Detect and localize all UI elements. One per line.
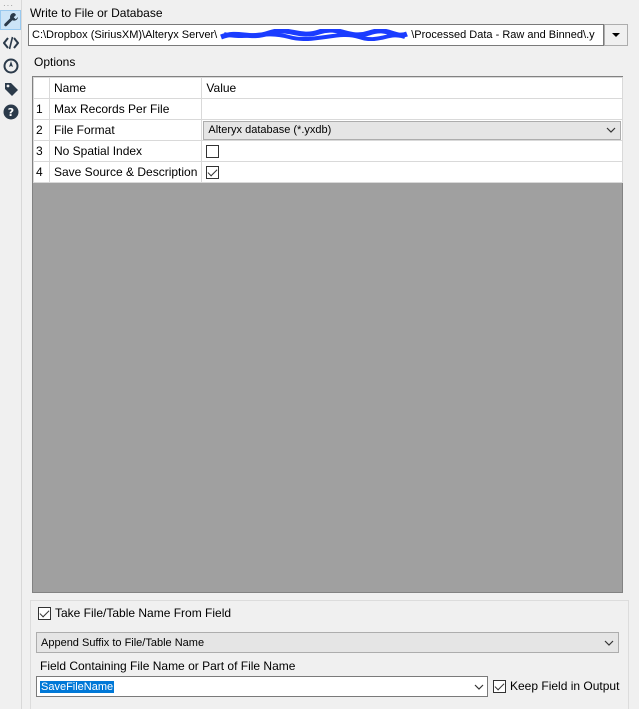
row-index: 4 [33,161,50,183]
index-header [33,77,50,99]
tag-icon [4,83,18,96]
row-index: 2 [33,119,50,141]
svg-text:?: ? [7,106,13,119]
help-tab[interactable]: ? [0,102,21,122]
value-header: Value [201,77,623,99]
path-dropdown-button[interactable] [604,24,628,46]
row-name: Save Source & Description [48,161,203,183]
metadata-tab[interactable] [0,79,21,99]
help-icon: ? [3,104,18,120]
file-format-cell: Alteryx database (*.yxdb) [201,119,623,141]
path-prefix: C:\Dropbox (SiriusXM)\Alteryx Server\ [32,29,218,41]
field-name-select[interactable]: SaveFileName [36,676,488,697]
table-row: 1 Max Records Per File [33,98,623,120]
append-mode-select[interactable]: Append Suffix to File/Table Name [36,632,619,653]
append-mode-value: Append Suffix to File/Table Name [41,636,205,649]
chevron-down-icon [612,33,620,37]
max-records-value[interactable] [201,98,623,120]
wrench-icon [3,13,18,27]
save-source-checkbox[interactable] [206,166,220,180]
keep-field-option[interactable]: Keep Field in Output [493,679,619,693]
save-source-cell [201,161,623,183]
chevron-down-icon [604,640,614,646]
field-name-value: SaveFileName [40,680,115,693]
name-header: Name [48,77,203,99]
file-format-select[interactable]: Alteryx database (*.yxdb) [203,120,621,140]
field-name-label: Field Containing File Name or Part of Fi… [40,659,296,673]
configuration-tab[interactable] [0,10,21,30]
no-spatial-index-checkbox[interactable] [206,145,220,159]
take-name-checkbox[interactable] [38,606,51,620]
annotation-tab[interactable] [0,33,21,53]
row-index: 3 [33,140,50,162]
row-name: Max Records Per File [48,98,203,120]
row-index: 1 [33,98,50,120]
chevron-down-icon [606,127,616,133]
rail-grip: ··· [3,1,14,10]
grid-header-row: Name Value [33,77,623,99]
file-format-value: Alteryx database (*.yxdb) [208,124,332,136]
tool-rail: ··· ? [0,0,22,709]
no-spatial-index-cell [201,140,623,162]
layout-tab[interactable] [0,56,21,76]
code-icon [2,36,19,50]
take-name-label: Take File/Table Name From Field [55,606,232,620]
row-name: File Format [48,119,203,141]
table-row: 3 No Spatial Index [33,140,623,162]
keep-field-checkbox[interactable] [493,679,506,693]
options-label: Options [34,55,76,69]
options-grid: Name Value 1 Max Records Per File 2 File… [32,76,623,593]
take-name-option[interactable]: Take File/Table Name From Field [38,606,231,620]
table-row: 4 Save Source & Description [33,161,623,183]
row-name: No Spatial Index [48,140,203,162]
output-path-field[interactable]: C:\Dropbox (SiriusXM)\Alteryx Server\ \P… [28,24,604,46]
keep-field-label: Keep Field in Output [510,679,620,693]
redacted-scribble [220,29,409,42]
path-suffix: \Processed Data - Raw and Binned\.y [411,29,595,41]
compass-icon [3,58,18,74]
table-row: 2 File Format Alteryx database (*.yxdb) [33,119,623,141]
write-section-label: Write to File or Database [30,6,163,20]
chevron-down-icon [474,684,484,690]
